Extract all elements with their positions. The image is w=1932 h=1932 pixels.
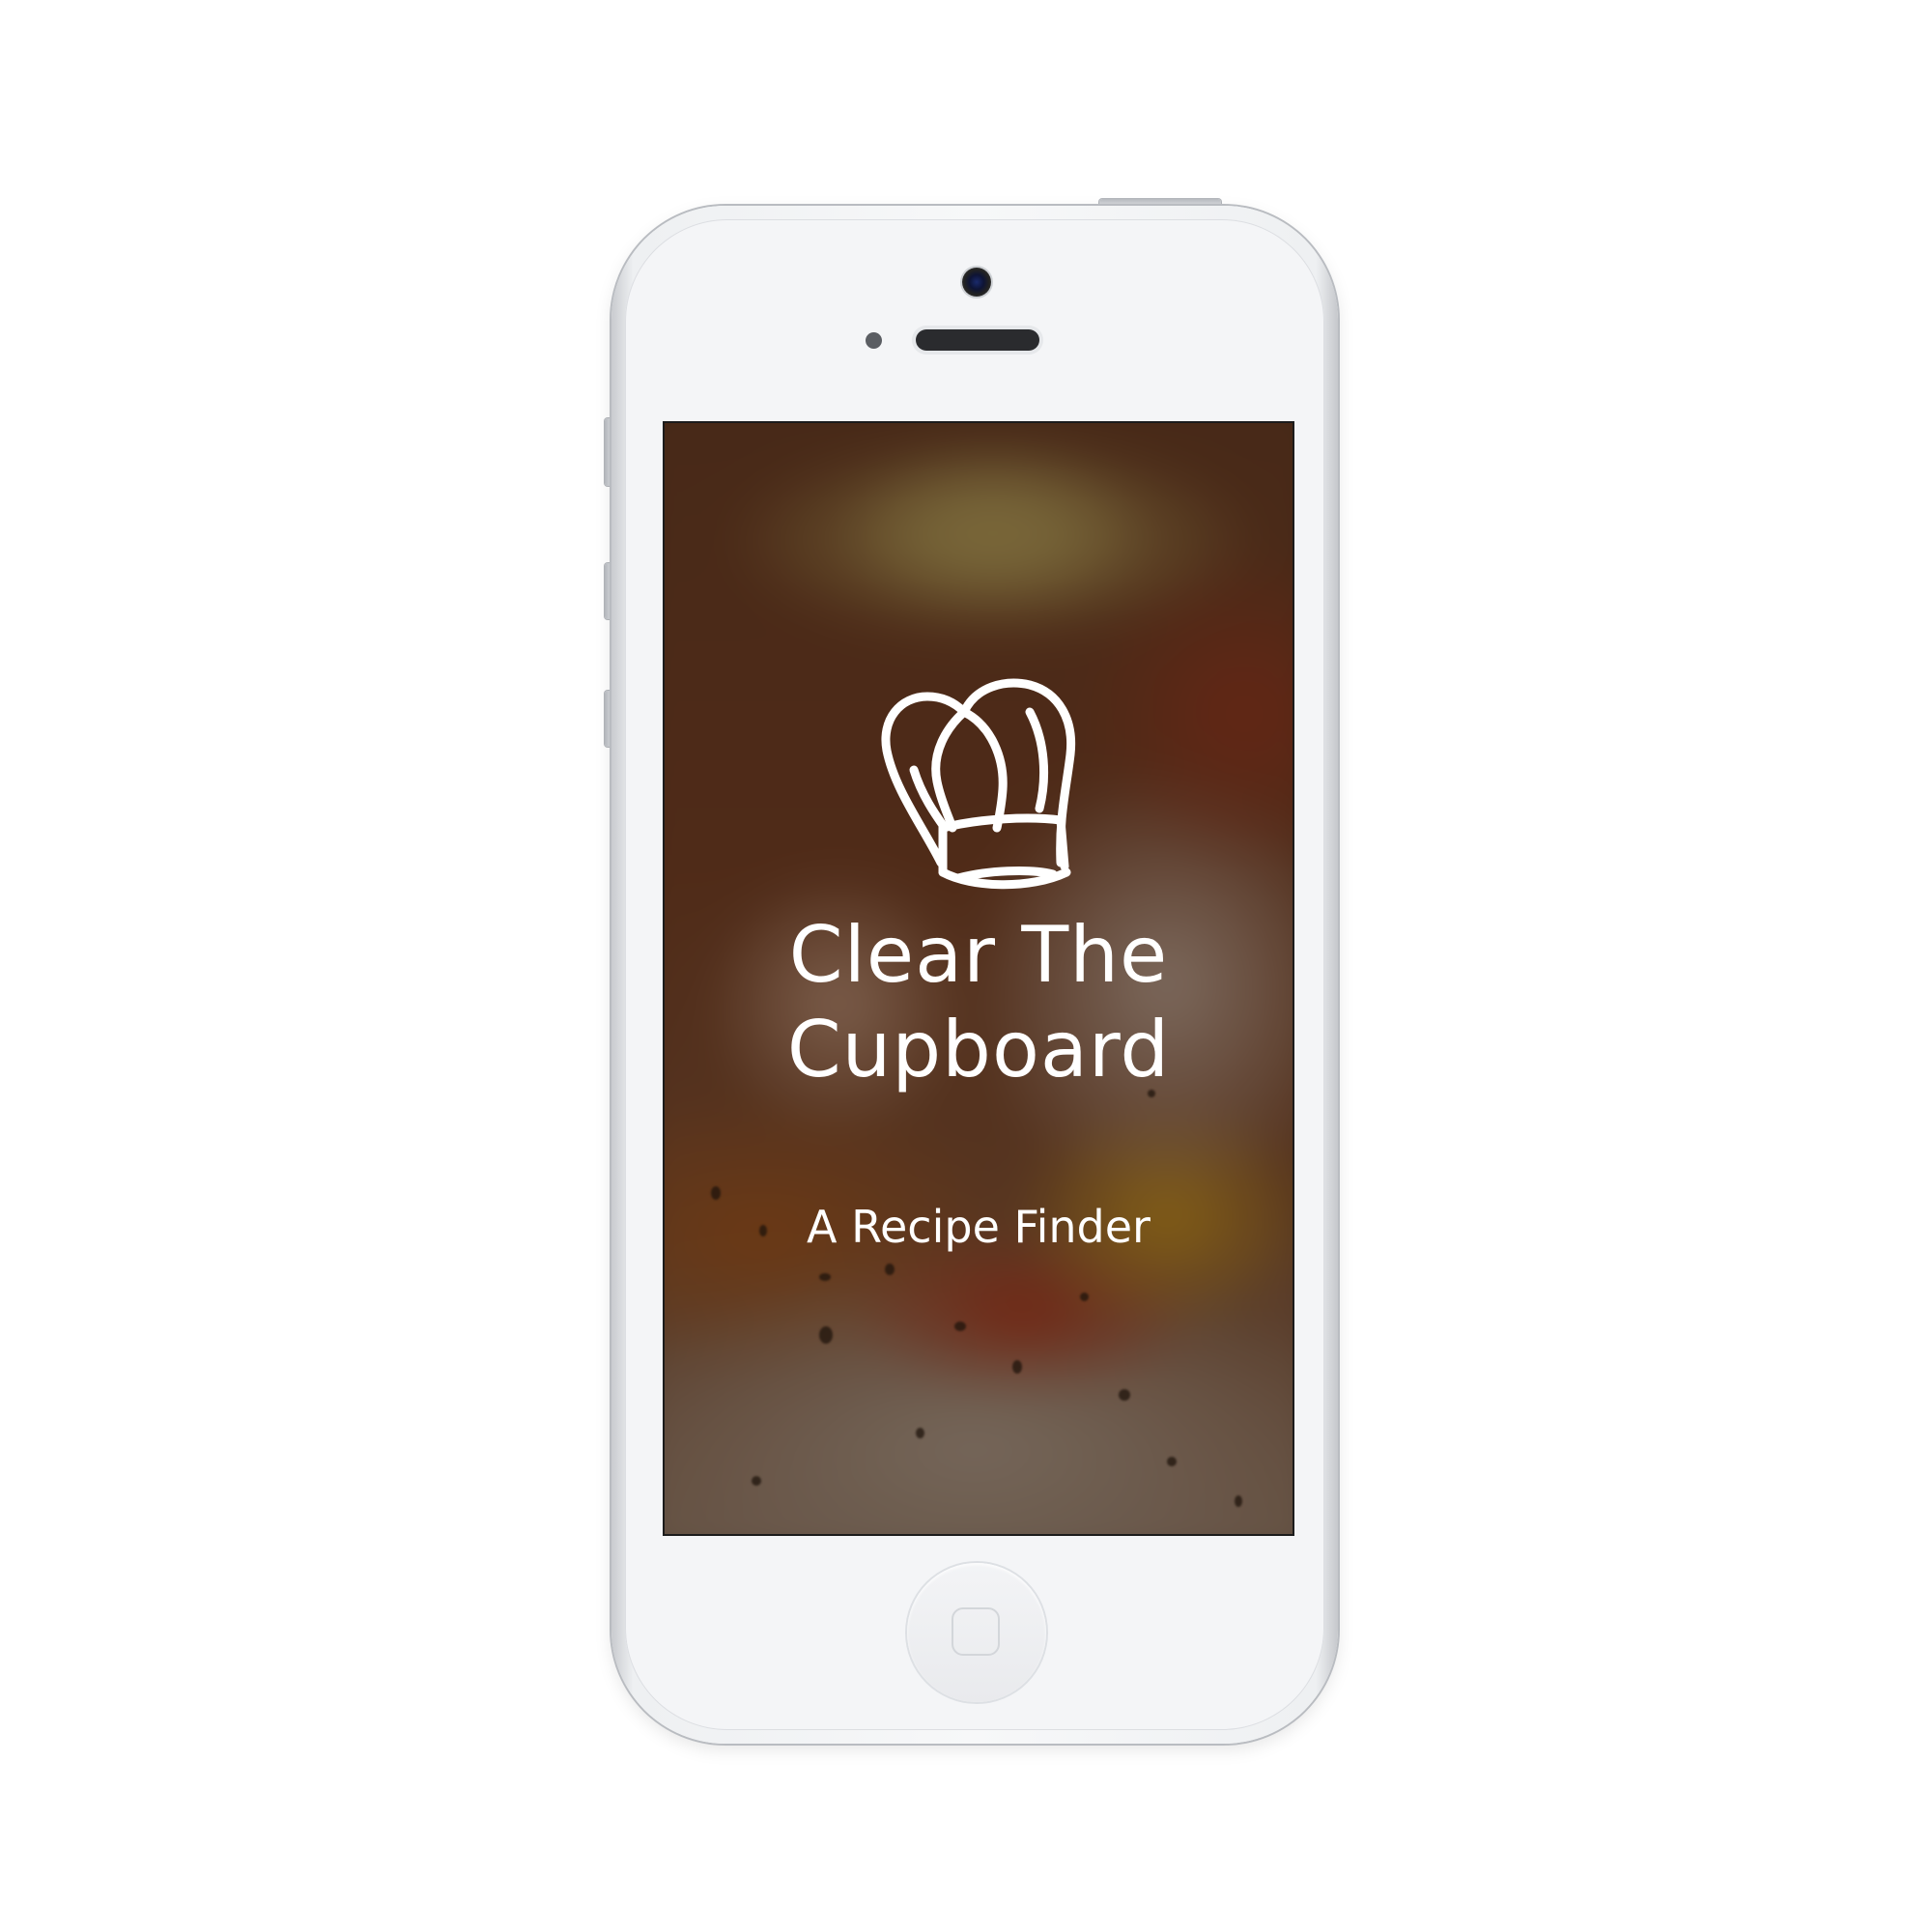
pepper-speck <box>1012 1360 1022 1374</box>
pepper-speck <box>1080 1293 1089 1301</box>
app-title-line1: Clear The <box>788 910 1169 1000</box>
proximity-sensor <box>866 332 882 349</box>
pepper-speck <box>1167 1457 1177 1466</box>
pepper-speck <box>954 1321 966 1331</box>
chef-hat-icon <box>881 678 1076 890</box>
pepper-speck <box>819 1273 831 1281</box>
home-square-icon <box>952 1607 1000 1656</box>
app-title-line2: Cupboard <box>786 1005 1171 1094</box>
mockup-stage: Clear The Cupboard A Recipe Finder <box>0 0 1932 1932</box>
pepper-speck <box>1119 1389 1130 1401</box>
splash-screen: Clear The Cupboard A Recipe Finder <box>665 423 1293 1534</box>
pepper-speck <box>916 1428 924 1438</box>
app-subtitle: A Recipe Finder <box>807 1201 1151 1253</box>
pepper-speck <box>752 1476 761 1486</box>
front-camera <box>962 268 991 297</box>
earpiece-speaker <box>916 329 1039 351</box>
home-button[interactable] <box>907 1563 1046 1702</box>
pepper-speck <box>1235 1495 1242 1507</box>
pepper-speck <box>885 1264 895 1275</box>
pepper-speck <box>819 1326 833 1344</box>
